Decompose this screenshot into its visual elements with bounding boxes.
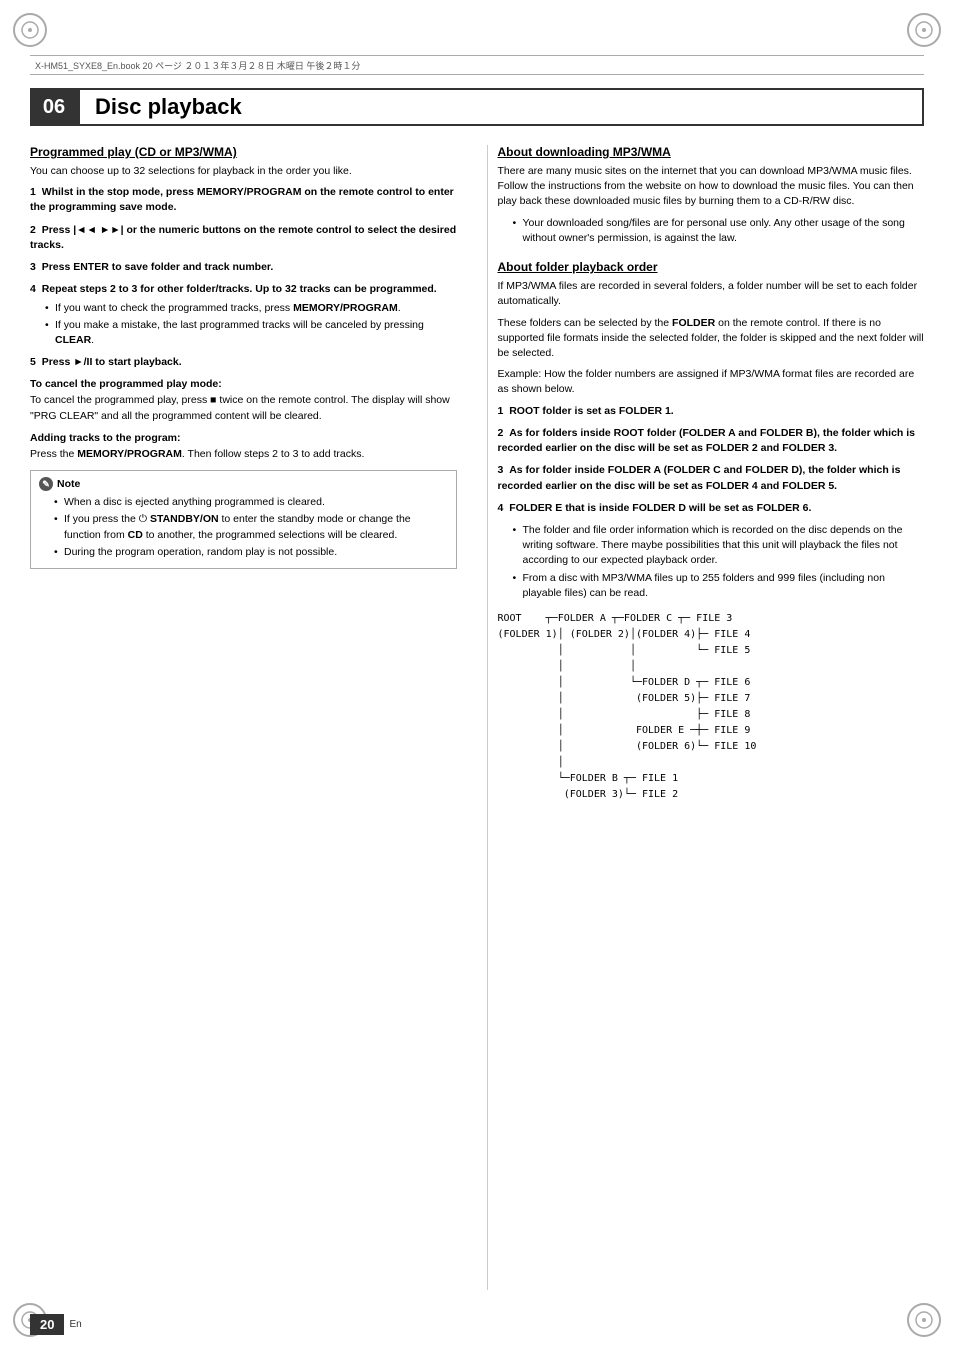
folder-step-3-number: 3: [498, 464, 510, 476]
step-2-number: 2: [30, 224, 42, 236]
corner-decoration-br: [904, 1300, 944, 1340]
step-5-number: 5: [30, 356, 42, 368]
folder-step-4-number: 4: [498, 502, 510, 514]
step-4-bullet-1: If you want to check the programmed trac…: [45, 301, 457, 316]
folder-bullet-2: From a disc with MP3/WMA files up to 255…: [513, 571, 925, 601]
step-5: 5 Press ►/II to start playback.: [30, 355, 457, 370]
folder-step-4-text: FOLDER E that is inside FOLDER D will be…: [509, 502, 811, 514]
cancel-heading: To cancel the programmed play mode:: [30, 378, 457, 390]
folder-step-3: 3 As for folder inside FOLDER A (FOLDER …: [498, 463, 925, 493]
folder-order-text3: Example: How the folder numbers are assi…: [498, 367, 925, 397]
note-title: ✎ Note: [39, 477, 448, 491]
step-4: 4 Repeat steps 2 to 3 for other folder/t…: [30, 282, 457, 348]
folder-order-text1: If MP3/WMA files are recorded in several…: [498, 279, 925, 309]
folder-tree-diagram: ROOT ┬─FOLDER A ┬─FOLDER C ┬─ FILE 3 (FO…: [498, 611, 925, 803]
step-4-bullets: If you want to check the programmed trac…: [45, 301, 457, 349]
adding-heading: Adding tracks to the program:: [30, 432, 457, 444]
header-bar: X-HM51_SYXE8_En.book 20 ページ ２０１３年３月２８日 木…: [30, 55, 924, 75]
note-bullets: When a disc is ejected anything programm…: [54, 495, 448, 560]
step-4-number: 4: [30, 283, 42, 295]
main-content: Programmed play (CD or MP3/WMA) You can …: [30, 145, 924, 1290]
chapter-header: 06 Disc playback: [30, 88, 924, 126]
chapter-title: Disc playback: [78, 88, 924, 126]
folder-step-2: 2 As for folders inside ROOT folder (FOL…: [498, 426, 925, 456]
step-1-number: 1: [30, 186, 42, 198]
folder-bullet-1: The folder and file order information wh…: [513, 523, 925, 569]
step-1-text: Whilst in the stop mode, press MEMORY/PR…: [30, 186, 454, 213]
corner-decoration-tl: [10, 10, 50, 50]
step-3-text: Press ENTER to save folder and track num…: [42, 261, 274, 273]
step-2: 2 Press |◄◄ ►►| or the numeric buttons o…: [30, 223, 457, 253]
file-info: X-HM51_SYXE8_En.book 20 ページ ２０１３年３月２８日 木…: [35, 59, 360, 72]
folder-bullets: The folder and file order information wh…: [513, 523, 925, 601]
step-1: 1 Whilst in the stop mode, press MEMORY/…: [30, 185, 457, 215]
note-bullet-3: During the program operation, random pla…: [54, 545, 448, 560]
folder-step-2-text: As for folders inside ROOT folder (FOLDE…: [498, 427, 916, 454]
downloading-text1: There are many music sites on the intern…: [498, 164, 925, 210]
folder-step-3-text: As for folder inside FOLDER A (FOLDER C …: [498, 464, 901, 491]
step-2-text: Press |◄◄ ►►| or the numeric buttons on …: [30, 224, 456, 251]
step-4-bullet-2: If you make a mistake, the last programm…: [45, 318, 457, 348]
folder-step-1: 1 ROOT folder is set as FOLDER 1.: [498, 404, 925, 419]
programmed-play-intro: You can choose up to 32 selections for p…: [30, 164, 457, 179]
adding-text: Press the MEMORY/PROGRAM. Then follow st…: [30, 447, 457, 462]
chapter-number: 06: [30, 88, 78, 126]
section-downloading-heading: About downloading MP3/WMA: [498, 145, 925, 159]
folder-step-1-number: 1: [498, 405, 510, 417]
left-column: Programmed play (CD or MP3/WMA) You can …: [30, 145, 467, 1290]
downloading-bullet-1: Your downloaded song/files are for perso…: [513, 216, 925, 246]
corner-decoration-tr: [904, 10, 944, 50]
section-folder-order-heading: About folder playback order: [498, 260, 925, 274]
page-footer: 20 En: [30, 1314, 82, 1335]
right-column: About downloading MP3/WMA There are many…: [487, 145, 925, 1290]
step-5-text: Press ►/II to start playback.: [42, 356, 182, 368]
note-icon: ✎: [39, 477, 53, 491]
step-3: 3 Press ENTER to save folder and track n…: [30, 260, 457, 275]
note-bullet-2: If you press the ⏻ STANDBY/ON to enter t…: [54, 512, 448, 542]
note-box: ✎ Note When a disc is ejected anything p…: [30, 470, 457, 569]
section-programmed-play-heading: Programmed play (CD or MP3/WMA): [30, 145, 457, 159]
note-bullet-1: When a disc is ejected anything programm…: [54, 495, 448, 510]
note-label: Note: [57, 478, 80, 490]
downloading-bullets: Your downloaded song/files are for perso…: [513, 216, 925, 246]
folder-step-4: 4 FOLDER E that is inside FOLDER D will …: [498, 501, 925, 516]
folder-order-text2: These folders can be selected by the FOL…: [498, 316, 925, 362]
page-number: 20: [30, 1314, 64, 1335]
step-3-number: 3: [30, 261, 42, 273]
step-4-text: Repeat steps 2 to 3 for other folder/tra…: [42, 283, 437, 295]
page-language: En: [69, 1319, 81, 1330]
folder-step-1-text: ROOT folder is set as FOLDER 1.: [509, 405, 674, 417]
folder-step-2-number: 2: [498, 427, 510, 439]
cancel-text: To cancel the programmed play, press ■ t…: [30, 393, 457, 423]
